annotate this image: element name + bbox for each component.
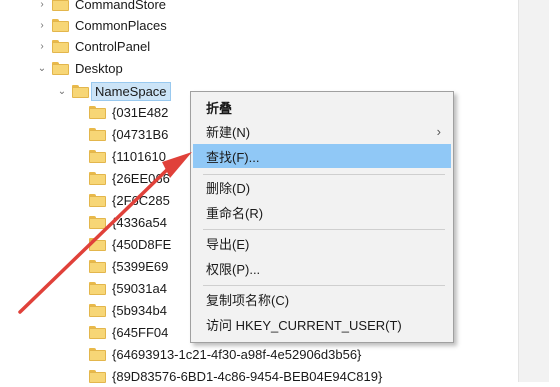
tree-item-label: {2F6C285 bbox=[112, 192, 170, 208]
vertical-scrollbar[interactable] bbox=[518, 0, 549, 382]
tree-item-commandstore[interactable]: › CommandStore bbox=[35, 0, 166, 15]
menu-item-collapse[interactable]: 折叠 bbox=[193, 95, 451, 119]
tree-item-label: {64693913-1c21-4f30-a98f-4e52906d3b56} bbox=[112, 346, 362, 362]
folder-icon bbox=[89, 215, 106, 229]
tree-item-guid[interactable]: {26EE066 bbox=[89, 167, 170, 189]
tree-item-guid[interactable]: {64693913-1c21-4f30-a98f-4e52906d3b56} bbox=[89, 343, 361, 365]
menu-item-permissions[interactable]: 权限(P)... bbox=[193, 256, 451, 280]
tree-item-guid[interactable]: {450D8FE bbox=[89, 233, 171, 255]
tree-item-label: CommandStore bbox=[75, 0, 167, 12]
tree-item-guid[interactable]: {645FF04 bbox=[89, 321, 168, 343]
tree-item-guid[interactable]: {04731B6 bbox=[89, 123, 168, 145]
tree-item-label: {645FF04 bbox=[112, 324, 169, 340]
menu-separator bbox=[203, 229, 445, 230]
tree-item-label: {26EE066 bbox=[112, 170, 170, 186]
tree-item-guid[interactable]: {1101610 bbox=[89, 145, 166, 167]
chevron-down-icon[interactable]: ⌄ bbox=[35, 57, 49, 79]
menu-item-label: 权限(P)... bbox=[206, 261, 261, 277]
tree-item-label: Desktop bbox=[75, 60, 123, 76]
tree-item-guid[interactable]: {5b934b4 bbox=[89, 299, 167, 321]
tree-item-label: {5399E69 bbox=[112, 258, 169, 274]
menu-item-label: 删除(D) bbox=[206, 180, 251, 196]
folder-icon bbox=[52, 0, 69, 11]
menu-item-find[interactable]: 查找(F)... bbox=[193, 144, 451, 168]
tree-item-label: NameSpace bbox=[91, 81, 171, 101]
tree-item-guid[interactable]: {4336a54 bbox=[89, 211, 167, 233]
chevron-right-icon[interactable]: › bbox=[35, 35, 49, 57]
folder-icon bbox=[89, 347, 106, 361]
tree-item-label: {450D8FE bbox=[112, 236, 172, 252]
folder-icon bbox=[89, 281, 106, 295]
menu-item-label: 复制项名称(C) bbox=[206, 292, 290, 308]
submenu-arrow-icon: › bbox=[436, 123, 441, 139]
folder-icon bbox=[89, 259, 106, 273]
folder-icon bbox=[89, 237, 106, 251]
folder-icon bbox=[72, 84, 89, 98]
folder-icon bbox=[89, 193, 106, 207]
menu-separator bbox=[203, 285, 445, 286]
tree-item-desktop[interactable]: ⌄ Desktop bbox=[35, 57, 123, 79]
menu-item-label: 访问 HKEY_CURRENT_USER(T) bbox=[206, 317, 402, 333]
tree-item-namespace[interactable]: ⌄ NameSpace bbox=[55, 80, 171, 102]
folder-icon bbox=[52, 39, 69, 53]
tree-item-label: {59031a4 bbox=[112, 280, 167, 296]
folder-icon bbox=[52, 18, 69, 32]
tree-item-label: {031E482 bbox=[112, 104, 169, 120]
tree-item-commonplaces[interactable]: › CommonPlaces bbox=[35, 14, 167, 36]
menu-item-label: 折叠 bbox=[206, 100, 233, 116]
menu-item-label: 导出(E) bbox=[206, 236, 250, 252]
folder-icon bbox=[89, 303, 106, 317]
folder-icon bbox=[89, 369, 106, 383]
chevron-down-icon[interactable]: ⌄ bbox=[55, 80, 69, 102]
menu-item-goto-hkcu[interactable]: 访问 HKEY_CURRENT_USER(T) bbox=[193, 312, 451, 336]
tree-item-guid[interactable]: {031E482 bbox=[89, 101, 168, 123]
tree-item-guid[interactable]: {59031a4 bbox=[89, 277, 167, 299]
folder-icon bbox=[52, 61, 69, 75]
chevron-right-icon[interactable]: › bbox=[35, 14, 49, 36]
tree-item-guid[interactable]: {5399E69 bbox=[89, 255, 168, 277]
tree-item-label: {1101610 bbox=[112, 148, 166, 164]
menu-item-label: 重命名(R) bbox=[206, 205, 264, 221]
tree-item-guid[interactable]: {2F6C285 bbox=[89, 189, 170, 211]
tree-item-label: {04731B6 bbox=[112, 126, 169, 142]
tree-item-label: CommonPlaces bbox=[75, 17, 167, 33]
tree-item-label: {4336a54 bbox=[112, 214, 167, 230]
menu-item-rename[interactable]: 重命名(R) bbox=[193, 200, 451, 224]
tree-item-label: ControlPanel bbox=[75, 38, 151, 54]
folder-icon bbox=[89, 105, 106, 119]
context-menu: 折叠 新建(N) › 查找(F)... 删除(D) 重命名(R) 导出(E) 权… bbox=[190, 91, 454, 343]
folder-icon bbox=[89, 171, 106, 185]
folder-icon bbox=[89, 127, 106, 141]
menu-item-label: 查找(F)... bbox=[206, 149, 260, 165]
menu-item-new[interactable]: 新建(N) › bbox=[193, 119, 451, 143]
menu-item-delete[interactable]: 删除(D) bbox=[193, 175, 451, 199]
menu-item-export[interactable]: 导出(E) bbox=[193, 231, 451, 255]
menu-item-label: 新建(N) bbox=[206, 124, 251, 140]
tree-item-controlpanel[interactable]: › ControlPanel bbox=[35, 35, 150, 57]
tree-item-label: {89D83576-6BD1-4c86-9454-BEB04E94C819} bbox=[112, 368, 383, 384]
tree-item-label: {5b934b4 bbox=[112, 302, 167, 318]
folder-icon bbox=[89, 325, 106, 339]
chevron-right-icon[interactable]: › bbox=[35, 0, 49, 15]
tree-item-guid[interactable]: {89D83576-6BD1-4c86-9454-BEB04E94C819} bbox=[89, 365, 382, 387]
menu-item-copy-key-name[interactable]: 复制项名称(C) bbox=[193, 287, 451, 311]
folder-icon bbox=[89, 149, 106, 163]
